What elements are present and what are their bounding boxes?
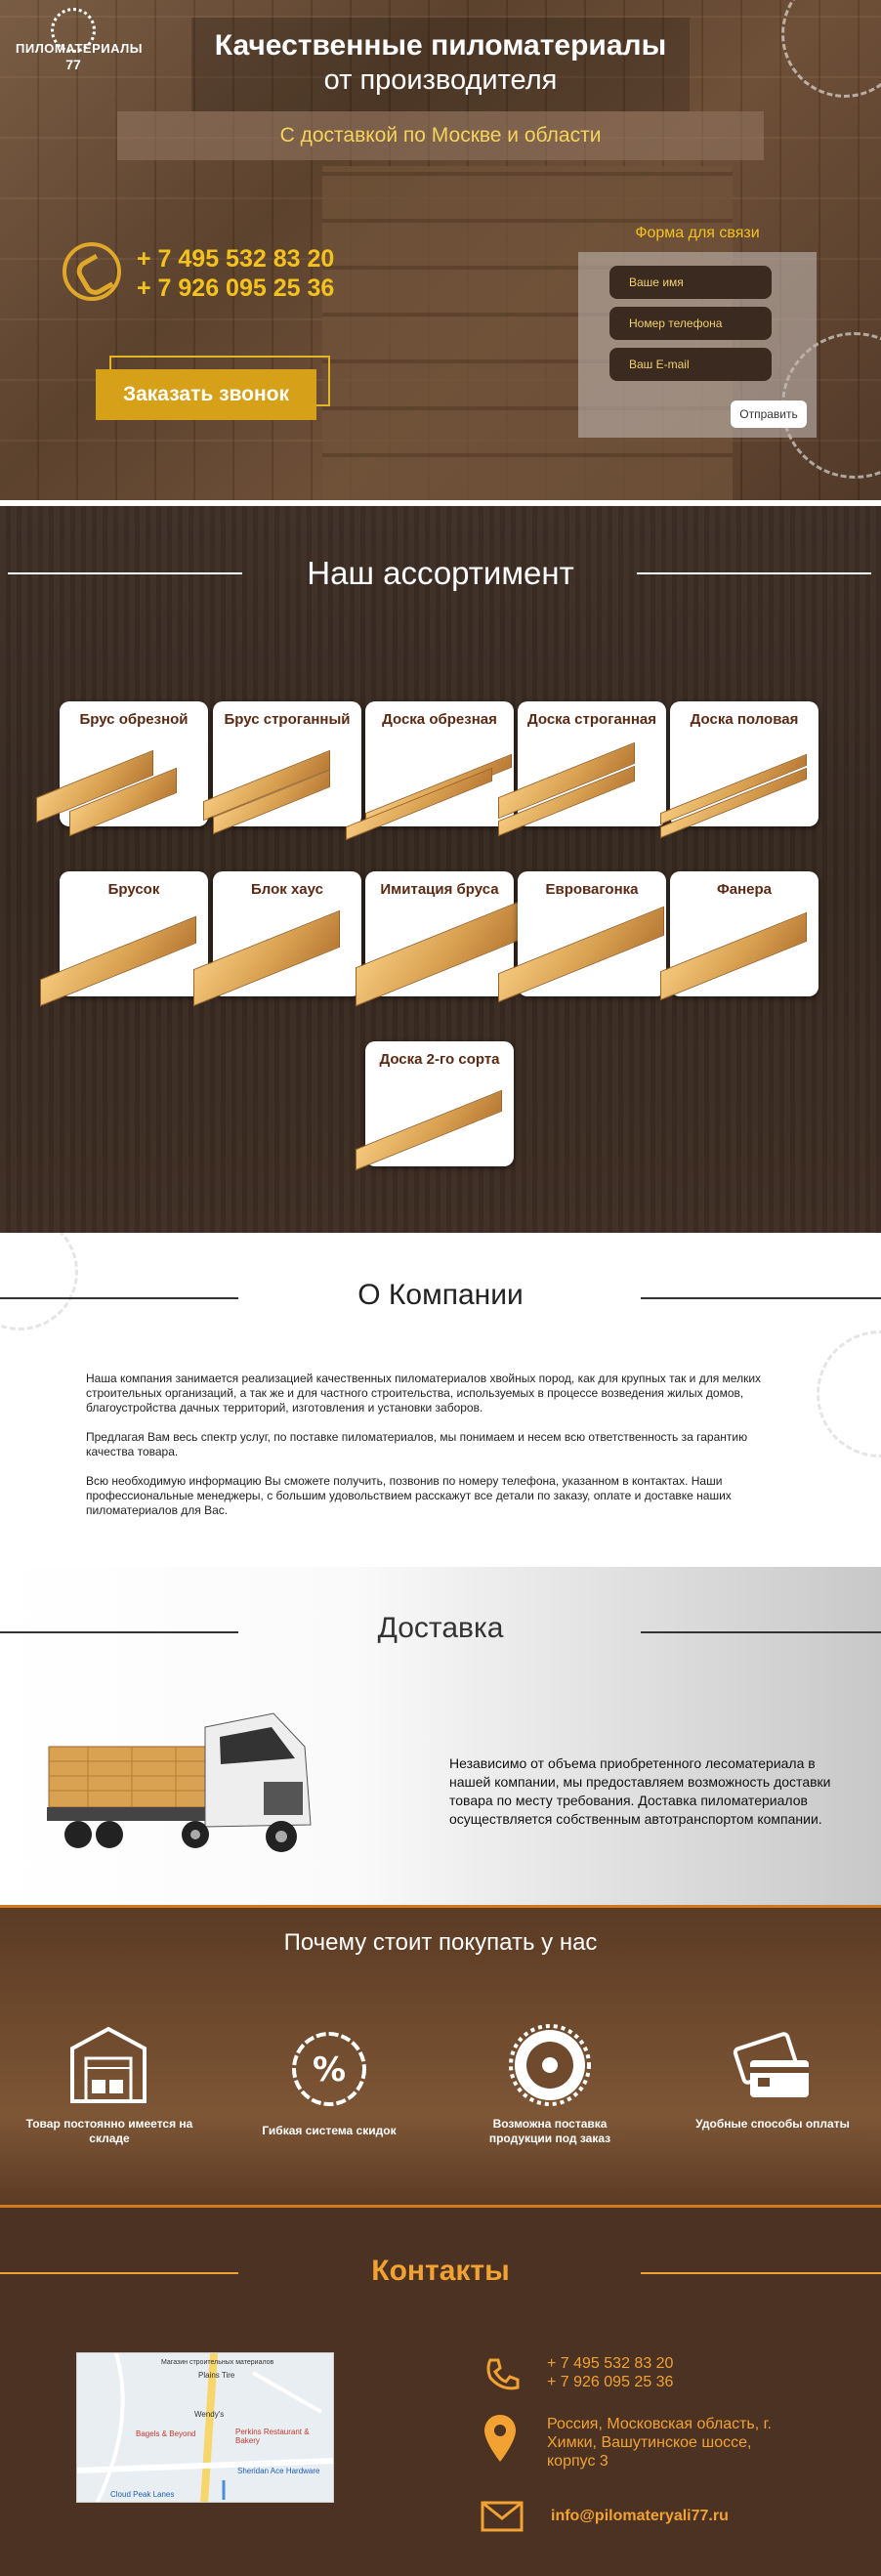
svg-text:%: % <box>313 2050 346 2090</box>
product-card[interactable]: Брус обрезной <box>36 701 208 837</box>
hero-title-line2: от производителя <box>323 64 558 96</box>
contact-address: Россия, Московская область, г. Химки, Ва… <box>547 2416 772 2470</box>
about-title: О Компании <box>357 1279 524 1311</box>
product-card[interactable]: Фанера <box>660 871 818 1001</box>
email-icon <box>481 2501 524 2532</box>
submit-button[interactable]: Отправить <box>731 401 807 428</box>
credit-card-icon <box>733 2032 809 2097</box>
warehouse-icon <box>70 2026 147 2103</box>
assortment-title: Наш ассортимент <box>307 555 574 591</box>
saw-blade-icon <box>509 2024 591 2106</box>
location-pin-icon <box>484 2415 516 2462</box>
why-label: Удобные способы оплаты <box>695 2117 850 2131</box>
why-title: Почему стоит покупать у нас <box>283 1929 598 1956</box>
product-card[interactable]: Брусок <box>40 871 208 1007</box>
assortment-section: Наш ассортимент Брус обрезной Брус строг… <box>0 506 881 1233</box>
delivery-title: Доставка <box>377 1612 504 1644</box>
why-label: Гибкая система скидок <box>262 2124 397 2137</box>
about-text: Наша компания занимается реализацией кач… <box>86 1372 762 1517</box>
hero-section: ПИЛОМАТЕРИАЛЫ 77 Качественные пиломатери… <box>0 0 881 500</box>
hero-subtitle: С доставкой по Москве и области <box>117 111 764 160</box>
product-image <box>193 909 340 1007</box>
product-image <box>40 915 196 1007</box>
hero-phones: + 7 495 532 83 20 + 7 926 095 25 36 <box>137 244 334 303</box>
product-card[interactable]: Доска 2-го сорта <box>356 1041 514 1171</box>
contacts-section: Контакты Магазин строительных материалов… <box>0 2208 881 2576</box>
product-card[interactable]: Евровагонка <box>498 871 666 1003</box>
why-section: Почему стоит покупать у нас Товар постоя… <box>0 1905 881 2208</box>
delivery-text: Независимо от объема приобретенного лесо… <box>449 1755 831 1827</box>
about-section: О Компании Наша компания занимается реал… <box>0 1233 881 1567</box>
product-card[interactable]: Доска строганная <box>498 701 666 837</box>
discount-icon: % <box>292 2032 366 2106</box>
hero-phone-2[interactable]: + 7 926 095 25 36 <box>137 274 334 303</box>
product-image <box>356 1089 502 1171</box>
delivery-section: Доставка Независимо от объема приобретен… <box>0 1567 881 1905</box>
truck-image <box>47 1712 312 1852</box>
why-label: Товар постоянно имеется на складе <box>25 2117 193 2145</box>
map[interactable]: Магазин строительных материалов Plains T… <box>76 2352 334 2503</box>
phone-icon <box>63 242 121 301</box>
contact-phones: + 7 495 532 83 20 + 7 926 095 25 36 <box>547 2354 673 2391</box>
phone-input[interactable]: Номер телефона <box>609 307 772 340</box>
order-call-button[interactable]: Заказать звонок <box>96 369 316 420</box>
product-image <box>356 900 522 1007</box>
phone-icon <box>486 2358 520 2390</box>
logo[interactable]: ПИЛОМАТЕРИАЛЫ 77 <box>16 8 143 80</box>
contacts-title: Контакты <box>371 2255 510 2287</box>
why-label: Возможна поставка продукции под заказ <box>488 2117 611 2145</box>
tree-ring-decoration <box>817 1330 881 1457</box>
product-image <box>660 753 807 825</box>
hero-title-box: Качественные пиломатериалы от производит… <box>191 18 690 111</box>
contact-phone-2[interactable]: + 7 926 095 25 36 <box>547 2373 673 2391</box>
product-card[interactable]: Брус строганный <box>203 701 361 835</box>
name-input[interactable]: Ваше имя <box>609 266 772 299</box>
email-input[interactable]: Ваш E-mail <box>609 348 772 381</box>
contact-email[interactable]: info@pilomateryali77.ru <box>551 2507 729 2525</box>
hero-phone-1[interactable]: + 7 495 532 83 20 <box>137 244 334 274</box>
product-card[interactable]: Доска половая <box>660 701 818 839</box>
contact-form: Ваше имя Номер телефона Ваш E-mail Отпра… <box>578 252 817 438</box>
product-card[interactable]: Доска обрезная <box>346 701 514 841</box>
product-card[interactable]: Блок хаус <box>193 871 361 1007</box>
hero-title: Качественные пиломатериалы <box>214 29 667 62</box>
form-title: Форма для связи <box>635 225 760 241</box>
product-card[interactable]: Имитация бруса <box>356 871 522 1007</box>
product-image <box>660 911 807 1001</box>
contact-phone-1[interactable]: + 7 495 532 83 20 <box>547 2354 673 2373</box>
product-image <box>498 906 664 1003</box>
